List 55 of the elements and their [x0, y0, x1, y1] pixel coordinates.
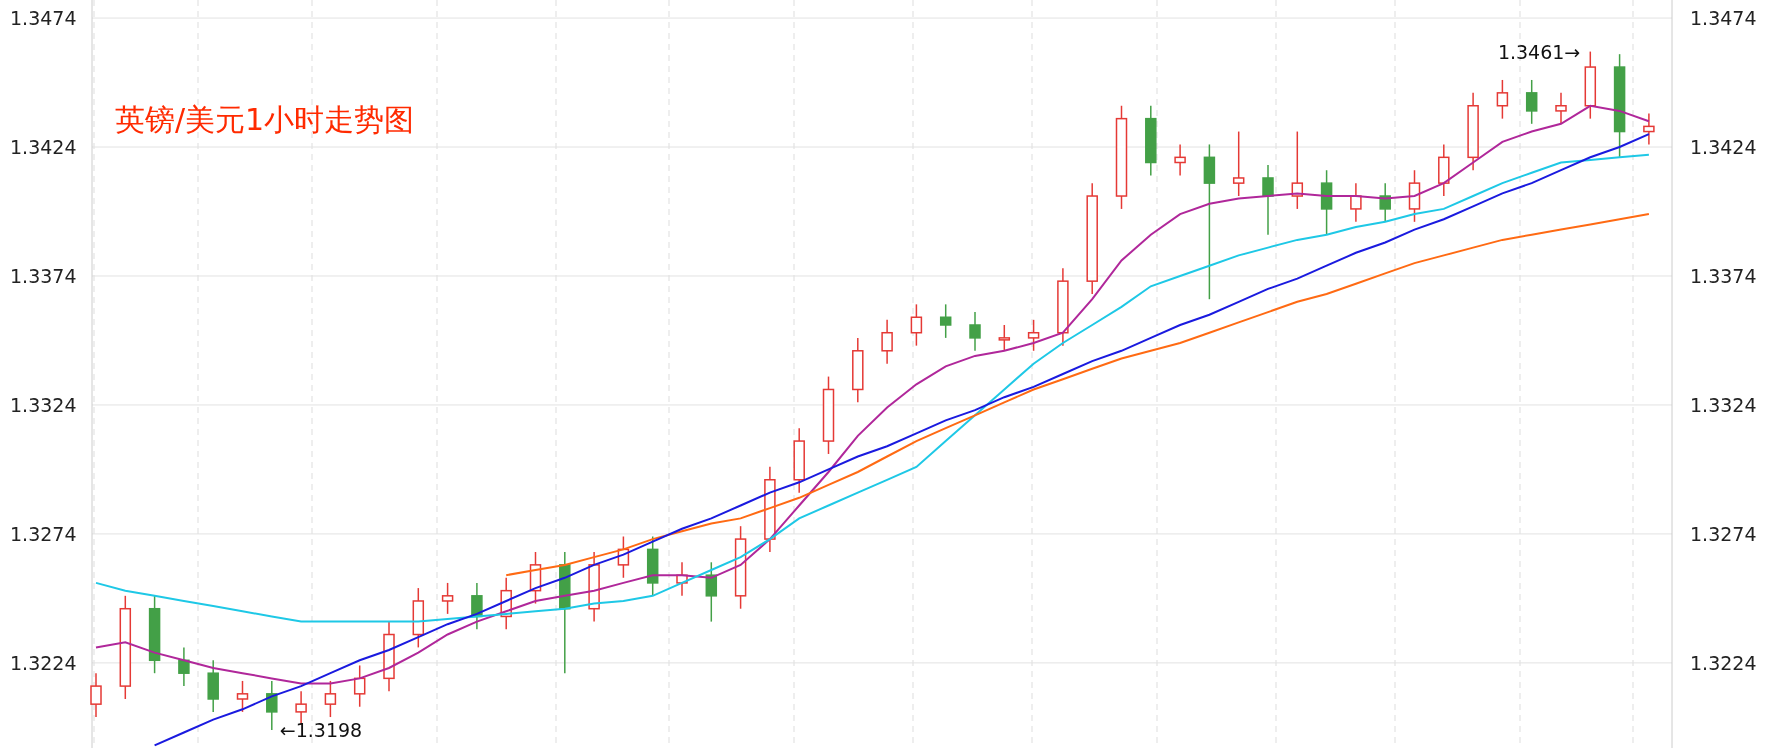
candlestick: [471, 582, 483, 631]
axis-label: 1.3474: [10, 7, 77, 30]
candlestick: [90, 672, 102, 718]
candlestick: [1174, 143, 1186, 177]
candlestick: [207, 659, 219, 713]
candlestick: [998, 324, 1011, 352]
axis-label: 1.3224: [1690, 651, 1757, 674]
candlestick: [852, 337, 864, 404]
axis-label: 1.3274: [1690, 522, 1757, 545]
axis-label: 1.3374: [10, 265, 77, 287]
price-annotation: 1.3461→: [1497, 40, 1581, 63]
candlestick: [412, 587, 425, 649]
candlestick: [1379, 182, 1391, 223]
candlestick: [1408, 169, 1421, 223]
axis-label: 1.3324: [1690, 393, 1757, 416]
candlestick: [1643, 112, 1655, 146]
candlestick: [1496, 79, 1509, 120]
axis-label: 1.3374: [1690, 265, 1757, 287]
candlestick: [353, 664, 366, 708]
candlestick: [1027, 319, 1040, 352]
candlestick: [529, 551, 542, 605]
axis-label: 1.3224: [10, 651, 77, 674]
candlestick: [939, 303, 952, 339]
axis-label: 1.3324: [10, 393, 77, 416]
candlestick: [646, 535, 659, 597]
candlestick: [441, 582, 454, 615]
candlestick: [1262, 164, 1274, 236]
candlestick: [1438, 143, 1450, 197]
candlestick: [266, 680, 278, 731]
candlestick: [324, 680, 337, 718]
candlestick: [1350, 182, 1362, 223]
axis-label: 1.3424: [1690, 136, 1757, 158]
candlestick: [793, 427, 805, 494]
candlestick: [178, 646, 190, 687]
candlestick: [1584, 50, 1597, 120]
candlestick: [1525, 79, 1538, 125]
candlestick: [236, 680, 249, 713]
price-annotation: ←1.3198: [279, 718, 363, 741]
candlestick: [383, 620, 395, 692]
candlestick: [588, 551, 600, 623]
chart-title: 英镑/美元1小时走势图: [115, 102, 415, 137]
axis-label: 1.3474: [1690, 7, 1757, 30]
candlestick: [500, 577, 512, 631]
candlestick: [881, 319, 893, 365]
candlestick: [705, 561, 718, 623]
candlestick: [1145, 105, 1157, 177]
axis-label: 1.3274: [10, 522, 77, 545]
candlestick: [1232, 130, 1245, 197]
candlestick: [1320, 169, 1333, 236]
candlestick: [1555, 92, 1567, 125]
candlestick: [910, 303, 923, 347]
candlestick: [676, 561, 688, 597]
candlestick: [969, 311, 981, 352]
axis-label: 1.3424: [10, 136, 77, 158]
candlestick: [617, 535, 630, 579]
